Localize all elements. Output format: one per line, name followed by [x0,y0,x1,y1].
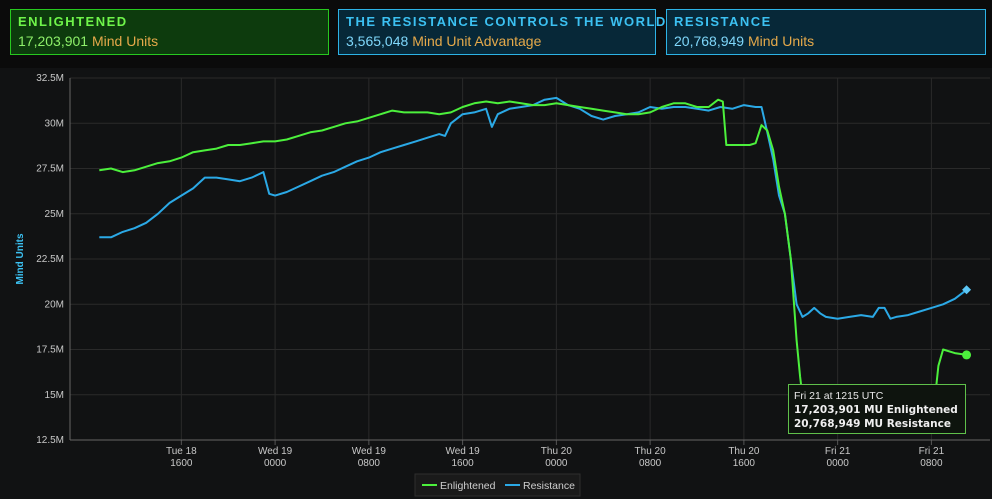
y-tick-label: 22.5M [36,254,64,265]
y-tick-label: 17.5M [36,345,64,356]
x-tick-day: Thu 20 [541,446,573,457]
x-tick-day: Thu 20 [635,446,667,457]
tooltip-resistance-label: MU Resistance [864,418,951,430]
x-tick-time: 1600 [451,458,474,469]
advantage-panel: THE RESISTANCE CONTROLS THE WORLD 3,565,… [338,9,667,55]
enlightened-score: 17,203,901 Mind Units [18,31,321,51]
x-tick-time: 0000 [827,458,850,469]
enlightened-value: 17,203,901 [18,33,89,49]
advantage-score: 3,565,048 Mind Unit Advantage [346,31,648,51]
tooltip-enlightened-label: MU Enlightened [864,404,958,416]
resistance-title: RESISTANCE [674,14,772,29]
x-tick-time: 0800 [920,458,943,469]
tooltip-enlightened: 17,203,901 MU Enlightened [794,403,960,417]
x-tick-time: 0800 [639,458,662,469]
x-tick-day: Wed 19 [352,446,387,457]
enlightened-unit: Mind Units [91,33,159,49]
mind-units-chart[interactable]: 12.5M 15M 17.5M 20M 22.5M 25M 27.5M 30M 32.5M Tue… [0,68,992,499]
y-tick-label: 32.5M [36,73,64,84]
x-tick-day: Fri 21 [919,446,945,457]
tooltip-enlightened-value: 17,203,901 [794,404,861,416]
x-tick-day: Fri 21 [825,446,851,457]
chart-svg[interactable]: 12.5M 15M 17.5M 20M 22.5M 25M 27.5M 30M 32.5M Tue… [0,68,992,499]
chart-tooltip: Fri 21 at 1215 UTC 17,203,901 MU Enlight… [788,384,966,434]
tooltip-time: Fri 21 at 1215 UTC [794,390,884,402]
enlightened-title: ENLIGHTENED [18,14,128,29]
x-tick-day: Wed 19 [445,446,480,457]
resistance-score: 20,768,949 Mind Units [674,31,978,51]
y-tick-label: 27.5M [36,164,64,175]
resistance-unit: Mind Units [747,33,815,49]
y-axis-title: Mind Units [15,233,26,285]
x-tick-time: 0800 [358,458,381,469]
tooltip-resistance: 20,768,949 MU Resistance [794,417,960,431]
advantage-title: THE RESISTANCE CONTROLS THE WORLD [346,14,667,29]
enlightened-marker[interactable] [962,350,972,360]
y-tick-label: 12.5M [36,435,64,446]
y-tick-label: 25M [45,209,64,220]
x-tick-day: Thu 20 [728,446,760,457]
resistance-score-panel: RESISTANCE 20,768,949 Mind Units [666,9,986,55]
x-tick-time: 0000 [545,458,568,469]
tooltip-resistance-value: 20,768,949 [794,418,861,430]
legend-resistance-label[interactable]: Resistance [523,480,575,492]
enlightened-score-panel: ENLIGHTENED 17,203,901 Mind Units [10,9,329,55]
y-tick-label: 30M [45,118,64,129]
advantage-unit: Mind Unit Advantage [412,33,542,49]
x-tick-time: 0000 [264,458,287,469]
resistance-value: 20,768,949 [674,33,745,49]
y-tick-label: 15M [45,390,64,401]
x-tick-day: Wed 19 [258,446,293,457]
advantage-value: 3,565,048 [346,33,409,49]
x-tick-time: 1600 [733,458,756,469]
legend-enlightened-label[interactable]: Enlightened [440,480,496,492]
x-tick-day: Tue 18 [166,446,197,457]
y-tick-label: 20M [45,299,64,310]
x-tick-time: 1600 [170,458,193,469]
